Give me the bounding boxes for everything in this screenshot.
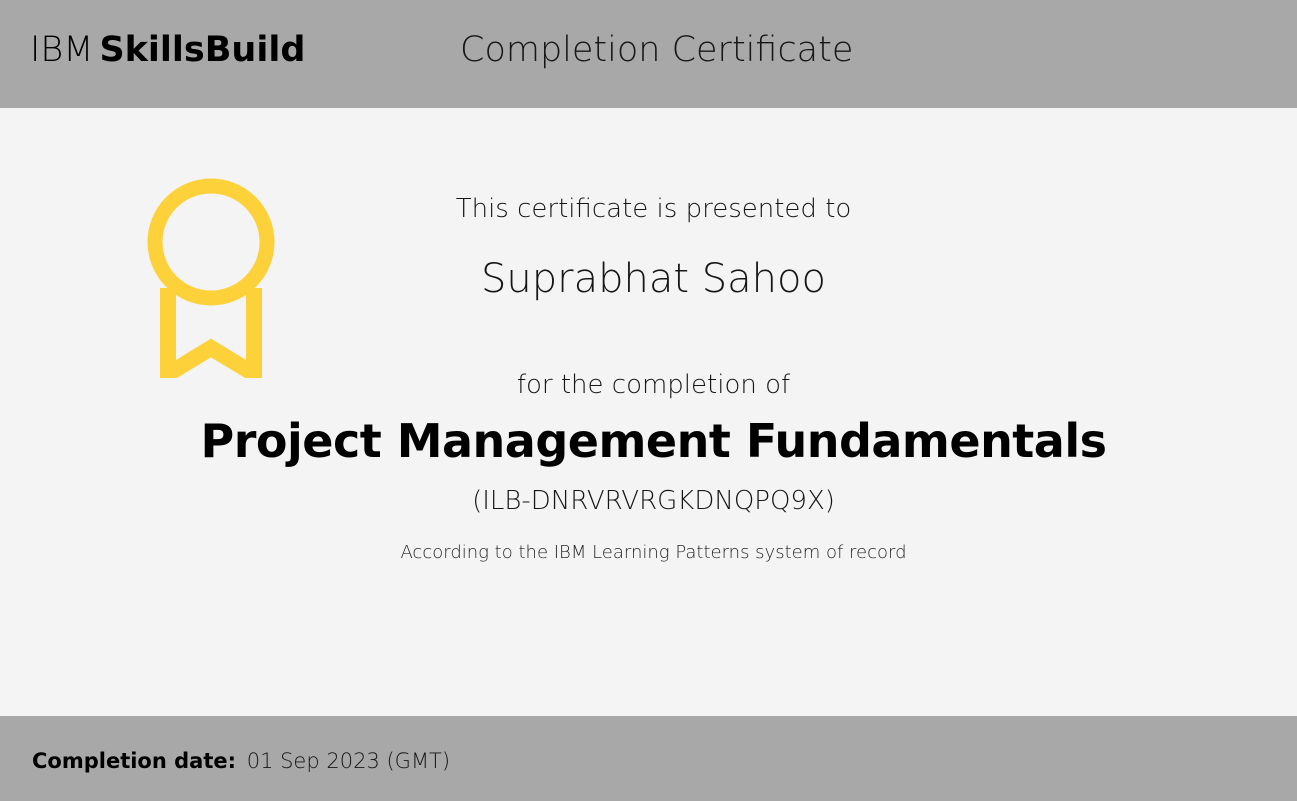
course-title: Project Management Fundamentals [200,414,1107,468]
course-id: (ILB-DNRVRVRGKDNQPQ9X) [472,486,835,516]
completion-date: Completion date: 01 Sep 2023 (GMT) [32,746,450,776]
brand-name: SkillsBuild [99,30,306,70]
recipient-name: Suprabhat Sahoo [481,256,826,302]
brand-logo: IBM SkillsBuild [30,28,305,72]
completion-of-text: for the completion of [516,370,791,400]
completion-date-label: Completion date: [32,749,237,773]
certificate-header: IBM SkillsBuild Completion Certificate [0,0,1297,108]
presented-to-text: This certificate is presented to [455,194,852,224]
brand-prefix: IBM [30,30,94,70]
page-title: Completion Certificate [460,30,854,70]
record-note: According to the IBM Learning Patterns s… [400,542,907,563]
completion-date-value: 01 Sep 2023 (GMT) [246,749,451,773]
certificate-footer: Completion date: 01 Sep 2023 (GMT) [0,716,1297,801]
